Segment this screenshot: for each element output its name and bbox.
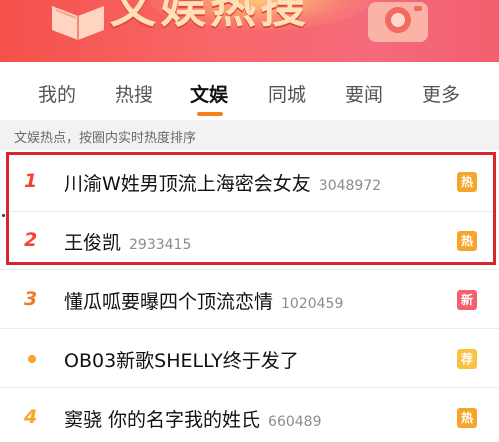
list-item[interactable]: OB03新歌SHELLY终于发了 荐 — [0, 330, 499, 388]
tab-entertainment[interactable]: 文娱 — [190, 80, 228, 107]
item-title-text: 川渝W姓男顶流上海密会女友 — [64, 173, 311, 195]
heat-count: 660489 — [268, 414, 322, 430]
heat-count: 3048972 — [318, 178, 382, 194]
heat-count: 2933415 — [129, 237, 192, 253]
hot-badge: 热 — [457, 172, 477, 192]
list-item[interactable]: 2 王俊凯 2933415 热 — [0, 212, 499, 270]
promoted-dot-icon — [28, 355, 36, 363]
stray-dot — [2, 214, 5, 217]
item-title-text: 窦骁 你的名字我的姓氏 — [64, 409, 261, 431]
item-title: OB03新歌SHELLY终于发了 — [64, 346, 299, 373]
rank-number: 2 — [24, 229, 38, 251]
book-icon — [52, 6, 104, 40]
category-tabs: 我的 热搜 文娱 同城 要闻 更多 — [0, 62, 499, 120]
section-description: 文娱热点，按圈内实时热度排序 — [14, 131, 197, 146]
heat-count: 1020459 — [281, 296, 344, 312]
tab-news[interactable]: 要闻 — [345, 80, 383, 107]
item-title-text: 懂瓜呱要曝四个顶流恋情 — [64, 291, 274, 313]
active-tab-indicator — [197, 112, 223, 116]
tab-hot-search[interactable]: 热搜 — [115, 80, 153, 107]
recommended-badge: 荐 — [457, 349, 477, 369]
list-item[interactable]: 1 川渝W姓男顶流上海密会女友 3048972 热 — [0, 153, 499, 211]
rank-number: 1 — [24, 170, 38, 192]
rank-number: 3 — [24, 288, 38, 310]
tab-local[interactable]: 同城 — [268, 80, 306, 107]
row-divider — [10, 211, 492, 212]
tab-more[interactable]: 更多 — [422, 80, 460, 107]
header-banner: 文娱热搜 — [0, 0, 499, 62]
hot-badge: 热 — [457, 231, 477, 251]
item-title: 川渝W姓男顶流上海密会女友 3048972 — [64, 169, 381, 196]
item-title: 王俊凯 2933415 — [64, 228, 191, 255]
list-item[interactable]: 4 窦骁 你的名字我的姓氏 660489 热 — [0, 389, 499, 442]
tab-mine[interactable]: 我的 — [38, 80, 76, 107]
new-badge: 新 — [457, 290, 477, 310]
item-title-text: OB03新歌SHELLY终于发了 — [64, 350, 299, 372]
item-title: 懂瓜呱要曝四个顶流恋情 1020459 — [64, 287, 343, 314]
item-title: 窦骁 你的名字我的姓氏 660489 — [64, 405, 322, 432]
list-item[interactable]: 3 懂瓜呱要曝四个顶流恋情 1020459 新 — [0, 271, 499, 329]
rank-number: 4 — [24, 406, 38, 428]
hot-badge: 热 — [457, 408, 477, 428]
item-title-text: 王俊凯 — [64, 232, 122, 254]
banner-title: 文娱热搜 — [110, 0, 310, 33]
section-header: 文娱热点，按圈内实时热度排序 — [0, 120, 499, 150]
camera-icon — [368, 2, 428, 42]
